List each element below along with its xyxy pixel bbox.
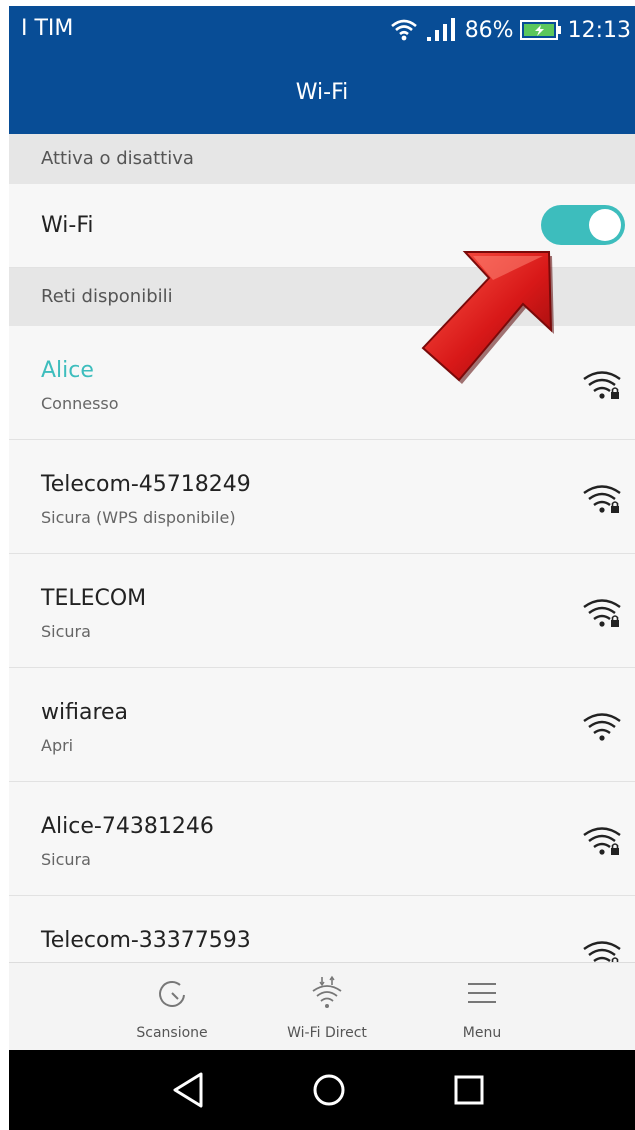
signal-bars-icon (426, 18, 455, 41)
back-icon[interactable] (167, 1068, 211, 1112)
wifi-toggle-switch[interactable] (541, 205, 625, 245)
wifi-locked-icon (583, 485, 621, 513)
network-name: Telecom-45718249 (41, 472, 251, 497)
wifi-icon (583, 713, 621, 741)
home-icon[interactable] (307, 1068, 351, 1112)
network-name: Alice (41, 358, 94, 383)
network-name: TELECOM (41, 586, 147, 611)
network-item[interactable]: TELECOM Sicura (9, 554, 635, 668)
network-status: Sicura (41, 850, 91, 869)
network-item[interactable]: Alice-74381246 Sicura (9, 782, 635, 896)
system-nav-bar (9, 1050, 635, 1130)
wifi-locked-icon (583, 599, 621, 627)
menu-button[interactable]: Menu (427, 963, 537, 1051)
clock: 12:13 (567, 17, 631, 43)
wifi-direct-label: Wi-Fi Direct (287, 1025, 367, 1041)
recent-apps-icon[interactable] (447, 1068, 491, 1112)
network-status: Sicura (WPS disponibile) (41, 508, 236, 527)
scan-label: Scansione (136, 1025, 208, 1041)
title-bar: Wi-Fi (9, 54, 635, 134)
network-list: Alice Connesso Telecom-45718249 Sicura (WPS… (9, 326, 635, 1010)
page-title: Wi-Fi (295, 80, 349, 105)
network-status: Apri (41, 736, 74, 755)
bottom-toolbar: Scansione Wi-Fi Direct Menu (9, 962, 635, 1050)
network-item[interactable]: Alice Connesso (9, 326, 635, 440)
wifi-locked-icon (583, 827, 621, 855)
battery-icon (519, 20, 561, 40)
refresh-icon (159, 980, 185, 1007)
network-item[interactable]: Telecom-45718249 Sicura (WPS disponibile) (9, 440, 635, 554)
scan-button[interactable]: Scansione (117, 963, 227, 1051)
section-header-toggle: Attiva o disattiva (9, 134, 635, 184)
toggle-knob (589, 209, 621, 241)
wifi-locked-icon (583, 371, 621, 399)
network-name: wifiarea (41, 700, 129, 725)
wifi-toggle-row[interactable]: Wi-Fi (9, 184, 635, 268)
wifi-icon (390, 19, 417, 41)
wifi-direct-button[interactable]: Wi-Fi Direct (272, 963, 382, 1051)
wifi-toggle-label: Wi-Fi (41, 213, 94, 238)
screen: I TIM 86% 12:13 Wi-Fi Attiva o disattiva… (9, 6, 635, 1130)
battery-percent: 86% (464, 17, 514, 43)
status-bar: I TIM 86% 12:13 (9, 6, 635, 54)
menu-icon (468, 983, 496, 1003)
network-name: Alice-74381246 (41, 814, 214, 839)
network-item[interactable]: wifiarea Apri (9, 668, 635, 782)
carrier-name: I TIM (21, 16, 74, 41)
network-name: Telecom-33377593 (41, 928, 251, 953)
network-status: Connesso (41, 394, 119, 413)
menu-label: Menu (462, 1025, 502, 1041)
network-status: Sicura (41, 622, 91, 641)
wifi-direct-icon (312, 975, 342, 1008)
status-icons: 86% 12:13 (389, 14, 631, 46)
section-header-networks: Reti disponibili (9, 268, 635, 326)
